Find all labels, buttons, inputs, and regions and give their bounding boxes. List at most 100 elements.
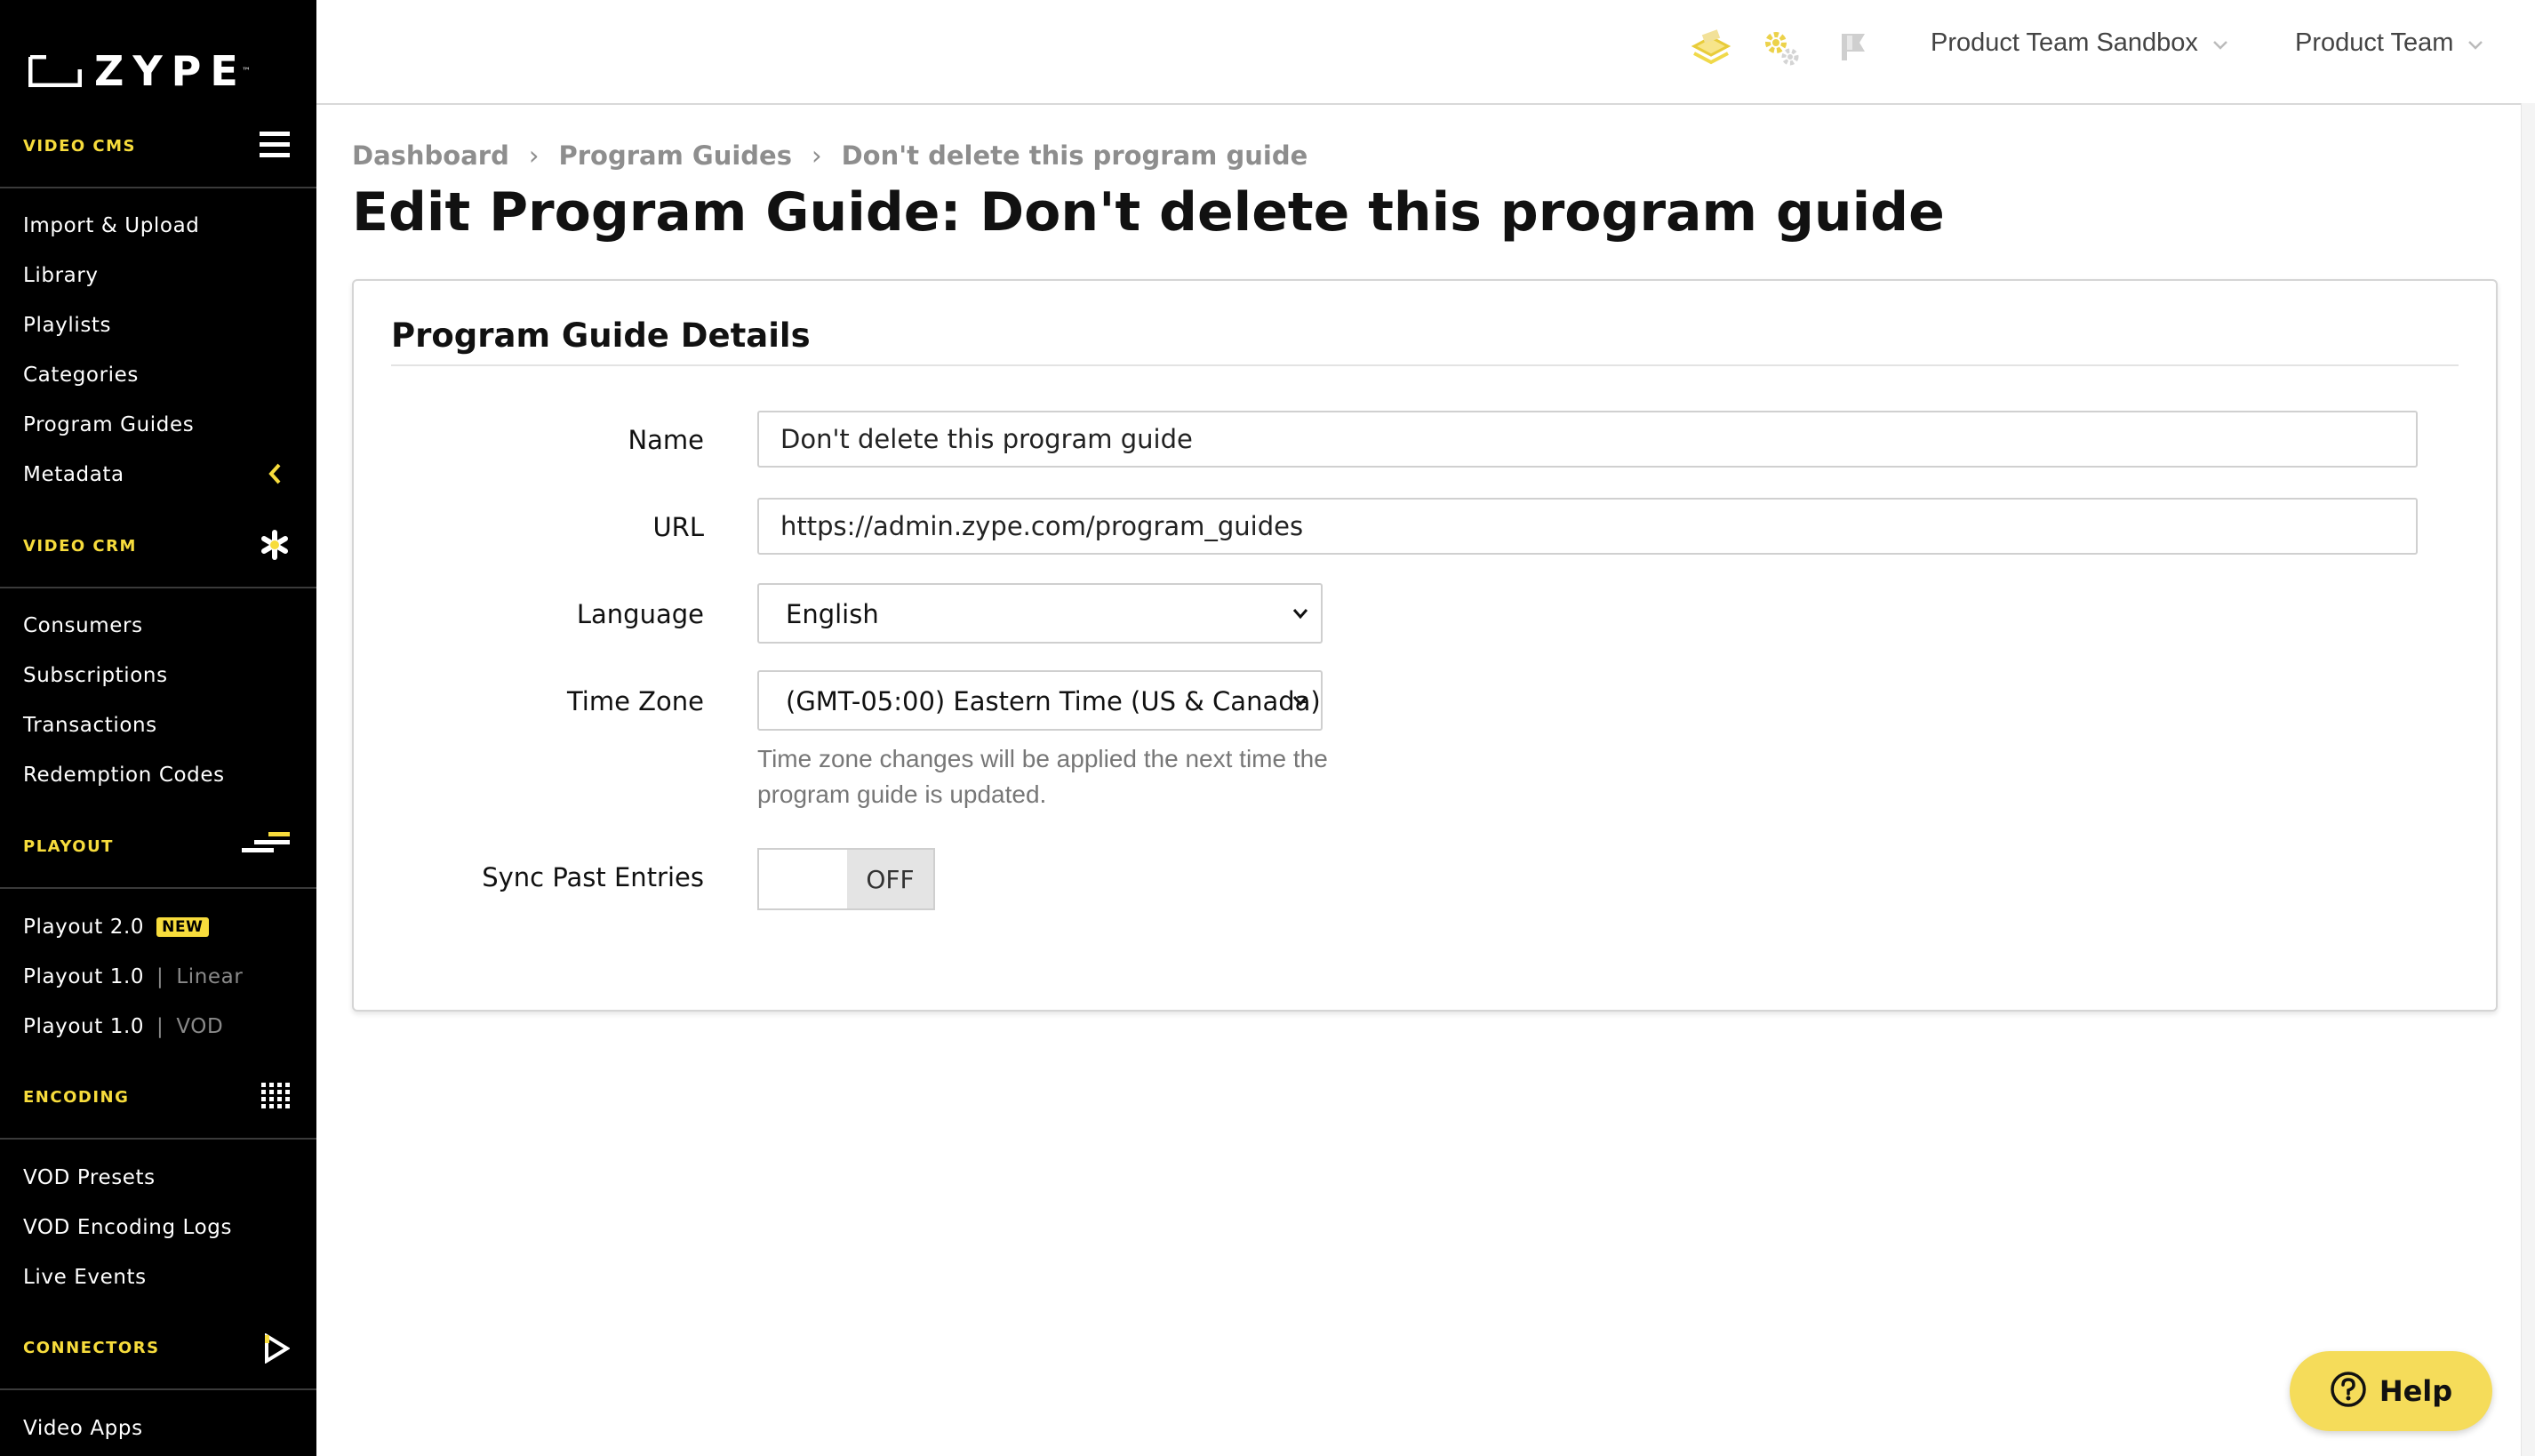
language-label: Language: [576, 599, 704, 629]
section-header-video-crm[interactable]: VIDEO CRM: [0, 507, 316, 588]
play-outline-icon: [263, 1332, 291, 1367]
sidebar-item-metadata[interactable]: Metadata: [23, 463, 124, 486]
scrollbar-track[interactable]: [2521, 103, 2535, 1456]
section-header-connectors[interactable]: CONNECTORS: [0, 1308, 316, 1390]
sidebar-item-label: Playlists: [23, 314, 112, 337]
sidebar-item-playout-1-linear[interactable]: Playout 1.0 | Linear: [23, 965, 243, 988]
help-button-label: Help: [2379, 1374, 2453, 1408]
sidebar-item-label: Program Guides: [23, 413, 195, 436]
sidebar-item-label: Metadata: [23, 463, 124, 486]
question-circle-icon: [2330, 1371, 2367, 1412]
url-label: URL: [652, 512, 704, 542]
breadcrumb-separator: ›: [812, 140, 822, 171]
section-title: ENCODING: [23, 1088, 130, 1107]
card-divider: [391, 364, 2459, 366]
zype-logo[interactable]: ZYPE ™: [28, 47, 251, 95]
page-title: Edit Program Guide: Don't delete this pr…: [352, 181, 1945, 244]
logo-trademark: ™: [241, 66, 251, 76]
breadcrumb: Dashboard › Program Guides › Don't delet…: [352, 140, 1307, 171]
sidebar-item-playlists[interactable]: Playlists: [23, 314, 111, 337]
breadcrumb-program-guides[interactable]: Program Guides: [558, 140, 792, 171]
sidebar-item-video-apps[interactable]: Video Apps: [23, 1417, 143, 1440]
stack-icon[interactable]: [1691, 28, 1731, 73]
sidebar-item-label: Playout 1.0: [23, 965, 145, 988]
sidebar-item-library[interactable]: Library: [23, 264, 99, 287]
sidebar-item-program-guides[interactable]: Program Guides: [23, 413, 194, 436]
sidebar-item-vod-encoding-logs[interactable]: VOD Encoding Logs: [23, 1216, 232, 1239]
sidebar-item-label: Live Events: [23, 1266, 147, 1289]
section-header-encoding[interactable]: ENCODING: [0, 1058, 316, 1140]
sidebar-item-label: Import & Upload: [23, 214, 200, 237]
url-input[interactable]: [757, 498, 2418, 555]
logo-text: ZYPE: [94, 47, 247, 95]
sidebar-item-playout-1-vod[interactable]: Playout 1.0 | VOD: [23, 1015, 223, 1038]
sidebar-item-import-upload[interactable]: Import & Upload: [23, 214, 199, 237]
sidebar-item-label: Playout 2.0: [23, 916, 145, 939]
toggle-state-label: OFF: [846, 850, 933, 908]
sidebar-item-redemption-codes[interactable]: Redemption Codes: [23, 764, 225, 787]
toggle-knob: [759, 850, 847, 908]
sidebar-item-label: VOD Presets: [23, 1166, 156, 1189]
card-title: Program Guide Details: [391, 316, 811, 355]
section-title: VIDEO CMS: [23, 137, 137, 156]
section-header-video-cms[interactable]: VIDEO CMS: [0, 107, 316, 188]
sync-past-entries-label: Sync Past Entries: [482, 862, 704, 892]
chevron-down-icon: [1291, 604, 1310, 626]
sidebar-item-label: Playout 1.0: [23, 1015, 145, 1038]
site-dropdown-label: Product Team Sandbox: [1931, 28, 2198, 57]
asterisk-icon: [260, 530, 290, 564]
section-title: CONNECTORS: [23, 1339, 160, 1357]
sidebar-item-playout-2[interactable]: Playout 2.0 NEW: [23, 916, 209, 939]
flag-icon[interactable]: [1836, 28, 1872, 68]
help-button[interactable]: Help: [2290, 1351, 2492, 1431]
hamburger-icon[interactable]: [260, 132, 290, 162]
sidebar-item-vod-presets[interactable]: VOD Presets: [23, 1166, 156, 1189]
sync-past-entries-toggle[interactable]: OFF: [757, 848, 935, 910]
chevron-down-icon: [2467, 28, 2483, 58]
sidebar-item-label: Categories: [23, 364, 139, 387]
sidebar-item-sublabel: Linear: [176, 965, 244, 988]
zype-logo-mark-icon: [28, 55, 82, 87]
time-zone-select[interactable]: (GMT-05:00) Eastern Time (US & Canada): [757, 670, 1323, 731]
language-select[interactable]: English: [757, 583, 1323, 644]
breadcrumb-dashboard[interactable]: Dashboard: [352, 140, 509, 171]
sidebar-item-label: Consumers: [23, 614, 143, 637]
site-dropdown[interactable]: Product Team Sandbox: [1931, 28, 2228, 58]
sidebar-item-subscriptions[interactable]: Subscriptions: [23, 664, 168, 687]
name-input[interactable]: [757, 411, 2418, 468]
program-guide-details-card: Program Guide Details Name URL Language …: [352, 279, 2498, 1012]
section-title: PLAYOUT: [23, 837, 114, 856]
top-bar: Product Team Sandbox Product Team: [316, 0, 2535, 105]
time-zone-label: Time Zone: [566, 686, 704, 716]
breadcrumb-separator: ›: [528, 140, 540, 171]
name-label: Name: [628, 425, 704, 455]
sidebar-item-label: Library: [23, 264, 99, 287]
sidebar-item-transactions[interactable]: Transactions: [23, 714, 157, 737]
playout-lines-icon: [242, 832, 290, 857]
sidebar-item-label: Video Apps: [23, 1417, 143, 1440]
new-badge: NEW: [156, 917, 209, 937]
section-title: VIDEO CRM: [23, 537, 137, 556]
language-select-value: English: [786, 599, 879, 629]
time-zone-help-text: Time zone changes will be applied the ne…: [757, 745, 1328, 808]
account-dropdown-label: Product Team: [2295, 28, 2454, 57]
account-dropdown[interactable]: Product Team: [2295, 28, 2483, 58]
chevron-left-icon[interactable]: [267, 462, 283, 489]
sidebar-item-categories[interactable]: Categories: [23, 364, 139, 387]
sidebar-item-consumers[interactable]: Consumers: [23, 614, 143, 637]
sidebar-item-label: Subscriptions: [23, 664, 168, 687]
sidebar-item-label: Redemption Codes: [23, 764, 225, 787]
breadcrumb-current: Don't delete this program guide: [841, 140, 1308, 171]
sidebar-item-live-events[interactable]: Live Events: [23, 1266, 147, 1289]
gears-icon[interactable]: [1762, 28, 1803, 73]
time-zone-select-value: (GMT-05:00) Eastern Time (US & Canada): [786, 686, 1321, 716]
sidebar-item-separator: |: [156, 1015, 164, 1038]
chevron-down-icon: [1291, 692, 1310, 713]
sidebar-item-label: VOD Encoding Logs: [23, 1216, 233, 1239]
sidebar-item-sublabel: VOD: [176, 1015, 224, 1038]
section-header-playout[interactable]: PLAYOUT: [0, 807, 316, 889]
sidebar-item-separator: |: [156, 965, 164, 988]
sidebar-item-label: Transactions: [23, 714, 157, 737]
grid-dots-icon: [261, 1083, 290, 1113]
chevron-down-icon: [2212, 28, 2228, 58]
